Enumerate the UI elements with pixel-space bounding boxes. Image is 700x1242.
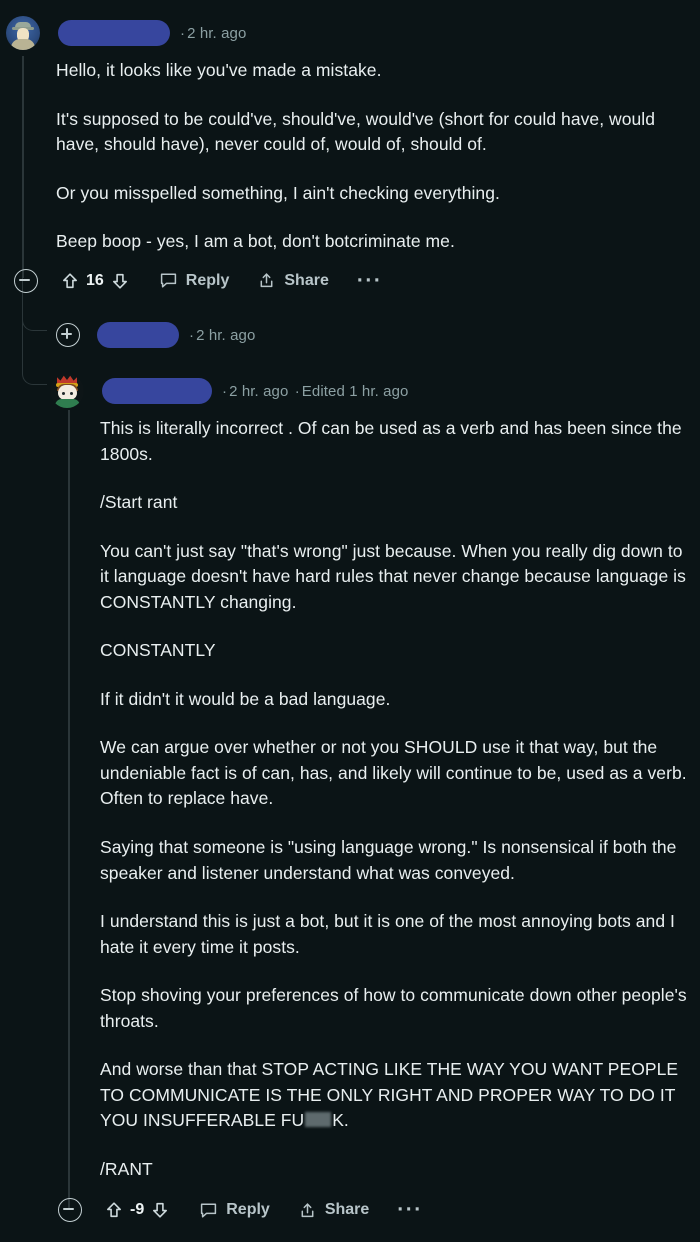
more-options-icon: ··· (356, 268, 383, 292)
paragraph: Hello, it looks like you've made a mista… (56, 60, 382, 80)
comment-action-bar: 16 Reply Share ··· (14, 261, 696, 301)
upvote-icon (63, 273, 77, 288)
expand-thread-button[interactable] (56, 323, 80, 347)
share-button[interactable]: Share (257, 271, 329, 290)
censored-text-prefix: And worse than that STOP ACTING LIKE THE… (100, 1059, 679, 1131)
comment-header: · 2 hr. ago (6, 10, 696, 56)
reply-label: Reply (185, 271, 230, 289)
censored-text-suffix: K. (332, 1110, 349, 1131)
avatar[interactable] (50, 374, 84, 408)
paragraph: Beep boop - yes, I am a bot, don't botcr… (56, 231, 455, 252)
downvote-icon (112, 273, 127, 289)
more-options-button[interactable]: ··· (397, 1198, 423, 1222)
edited-label: Edited 1 hr. ago (301, 382, 409, 400)
avatar-head (58, 385, 77, 400)
username-redaction[interactable] (97, 322, 179, 348)
more-options-button[interactable]: ··· (356, 268, 383, 292)
downvote-button[interactable] (110, 271, 130, 291)
share-icon (260, 273, 273, 288)
upvote-button[interactable] (60, 271, 80, 291)
share-label: Share (284, 271, 329, 289)
upvote-button[interactable] (104, 1200, 124, 1220)
avatar-torso (55, 399, 80, 408)
paragraph: Stop shoving your preferences of how to … (100, 985, 687, 1031)
paragraph: If it didn't it would be a bad language. (100, 688, 391, 709)
meta-separator: · (222, 382, 228, 400)
timestamp-value: 2 hr. ago (187, 24, 247, 42)
paragraph: /RANT (100, 1158, 153, 1179)
meta-separator: · (180, 24, 186, 42)
meta-separator: · (189, 326, 195, 344)
comment-timestamp: · 2 hr. ago (178, 25, 246, 42)
timestamp-value: 2 hr. ago (196, 326, 256, 344)
comment-collapsed: · 2 hr. ago (56, 318, 676, 352)
downvote-button[interactable] (150, 1200, 170, 1220)
comment-bubble-icon (201, 1203, 217, 1218)
paragraph: /Start rant (100, 492, 178, 513)
censor-block (305, 1112, 332, 1128)
meta-separator-2: · (294, 382, 300, 400)
upvote-icon (107, 1202, 121, 1218)
vote-count: -9 (130, 1201, 145, 1219)
paragraph: CONSTANTLY (100, 640, 216, 661)
paragraph: We can argue over whether or not you SHO… (100, 737, 687, 809)
comment-action-bar: -9 Reply Share ··· (58, 1190, 696, 1230)
avatar-eye-right (70, 392, 73, 395)
reply-button[interactable]: Reply (159, 271, 230, 290)
share-label: Share (324, 1201, 370, 1219)
comment-timestamp: · 2 hr. ago · Edited 1 hr. ago (220, 383, 408, 400)
collapse-thread-button[interactable] (58, 1198, 82, 1223)
share-button[interactable]: Share (298, 1201, 369, 1220)
paragraph: I understand this is just a bot, but it … (100, 911, 675, 957)
comment-rant: · 2 hr. ago · Edited 1 hr. ago This is lit… (48, 368, 696, 1230)
reply-label: Reply (226, 1201, 270, 1219)
comment-header: · 2 hr. ago · Edited 1 hr. ago (48, 368, 696, 414)
timestamp-value: 2 hr. ago (229, 382, 289, 400)
comment-body: This is literally incorrect . Of can be … (100, 416, 688, 1182)
comment-bot: · 2 hr. ago Hello, it looks like you've m… (6, 10, 696, 301)
username-redaction[interactable] (102, 378, 212, 404)
paragraph-censored: And worse than that STOP ACTING LIKE THE… (100, 1057, 688, 1134)
avatar-body (11, 39, 35, 50)
username-redaction[interactable] (58, 20, 170, 46)
avatar-eye-left (62, 392, 65, 395)
paragraph: It's supposed to be could've, should've,… (56, 108, 656, 155)
downvote-icon (153, 1203, 168, 1219)
comment-bubble-icon (160, 273, 176, 288)
more-options-icon: ··· (397, 1198, 423, 1222)
collapsed-comment-header: · 2 hr. ago (56, 318, 676, 352)
paragraph: Or you misspelled something, I ain't che… (56, 182, 500, 203)
paragraph: This is literally incorrect . Of can be … (100, 418, 682, 464)
comment-thread-page: · 2 hr. ago Hello, it looks like you've m… (0, 0, 700, 1242)
paragraph: Saying that someone is "using language w… (100, 837, 677, 883)
reply-button[interactable]: Reply (199, 1201, 270, 1220)
avatar[interactable] (6, 16, 40, 50)
comment-timestamp: · 2 hr. ago (187, 327, 255, 344)
paragraph: You can't just say "that's wrong" just b… (100, 540, 686, 612)
share-icon (301, 1203, 314, 1218)
comment-body: Hello, it looks like you've made a mista… (56, 58, 688, 255)
collapse-thread-button[interactable] (14, 268, 38, 293)
vote-count: 16 (86, 271, 104, 289)
